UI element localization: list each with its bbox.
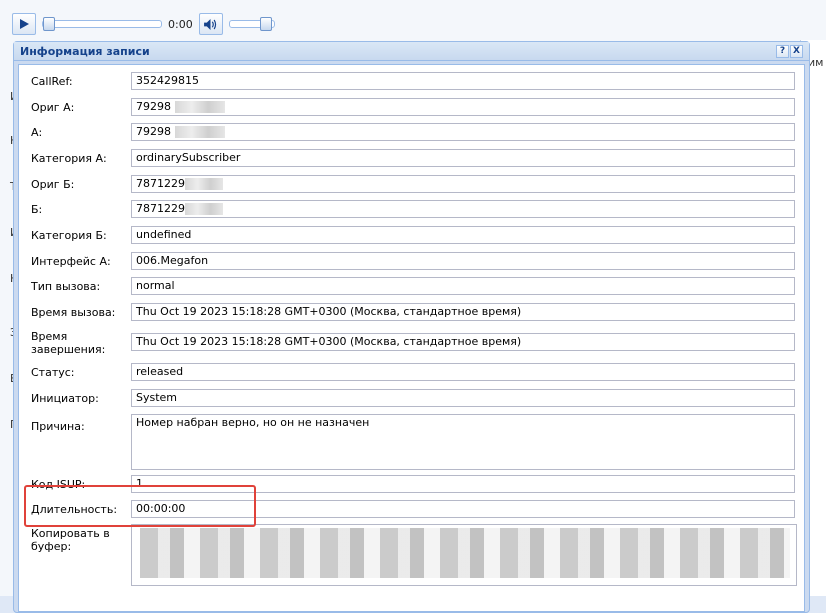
audio-player: 0:00 [12,13,312,35]
field-value: 7871229 [136,202,185,215]
interface-a-field[interactable]: 006.Megafon [131,252,795,270]
window-body: CallRef: 352429815 Ориг А: 79298 А: 7929… [18,64,805,612]
field-value: Thu Oct 19 2023 15:18:28 GMT+0300 (Москв… [136,305,522,318]
redaction [185,178,223,190]
call-type-field[interactable]: normal [131,277,795,295]
category-b-field[interactable]: undefined [131,226,795,244]
play-button[interactable] [12,13,36,35]
redacted-content [140,528,790,578]
field-label: Время завершения: [31,330,106,356]
field-label: Копировать в буфер: [31,527,110,553]
window-header[interactable]: Информация записи ? X [14,42,809,61]
orig-b-field[interactable]: 7871229 [131,175,795,193]
field-label: Инициатор: [31,392,99,405]
volume-thumb[interactable] [259,17,272,31]
field-label: Категория Б: [31,229,107,242]
field-label: Интерфейс А: [31,255,111,268]
field-value: 79298 [136,125,171,138]
play-icon [19,19,29,29]
field-label: Тип вызова: [31,280,101,293]
b-field[interactable]: 7871229 [131,200,795,218]
field-label: CallRef: [31,75,73,88]
volume-icon [204,18,217,30]
field-label: А: [31,126,43,139]
playback-time: 0:00 [168,17,193,31]
field-value: undefined [136,228,192,241]
background-column-header: им [808,56,824,69]
initiator-field[interactable]: System [131,389,795,407]
field-label: Категория А: [31,152,107,165]
seek-thumb[interactable] [43,17,55,31]
end-time-field[interactable]: Thu Oct 19 2023 15:18:28 GMT+0300 (Москв… [131,333,795,351]
call-time-field[interactable]: Thu Oct 19 2023 15:18:28 GMT+0300 (Москв… [131,303,795,321]
redaction [185,203,223,215]
window-tools: ? X [776,44,803,58]
field-value: 7871229 [136,177,185,190]
category-a-field[interactable]: ordinarySubscriber [131,149,795,167]
record-info-window: Информация записи ? X CallRef: 352429815… [13,41,810,613]
a-field[interactable]: 79298 [131,123,795,141]
field-value: System [136,391,178,404]
field-value: normal [136,279,175,292]
callref-field[interactable]: 352429815 [131,72,795,90]
field-label: Ориг А: [31,101,75,114]
field-value: released [136,365,184,378]
seek-slider[interactable] [42,17,162,31]
field-value: Номер набран верно, но он не назначен [136,416,370,429]
copy-buffer-textarea[interactable] [131,524,797,586]
redaction [174,101,225,113]
help-button[interactable]: ? [776,44,789,58]
field-value: 006.Megafon [136,254,209,267]
reason-textarea[interactable]: Номер набран верно, но он не назначен [131,414,795,470]
status-field[interactable]: released [131,363,795,381]
volume-button[interactable] [198,13,223,35]
volume-slider[interactable] [228,17,275,31]
field-value: 79298 [136,100,171,113]
field-value: 352429815 [136,74,199,87]
window-title: Информация записи [20,44,150,58]
field-label: Статус: [31,366,75,379]
field-label: Ориг Б: [31,178,75,191]
redaction [174,126,225,138]
orig-a-field[interactable]: 79298 [131,98,795,116]
field-label: Б: [31,203,43,216]
close-button[interactable]: X [790,44,803,58]
field-label: Причина: [31,420,85,433]
highlight-frame [24,485,256,527]
field-label: Время вызова: [31,306,116,319]
field-value: ordinarySubscriber [136,151,241,164]
field-value: Thu Oct 19 2023 15:18:28 GMT+0300 (Москв… [136,335,522,348]
